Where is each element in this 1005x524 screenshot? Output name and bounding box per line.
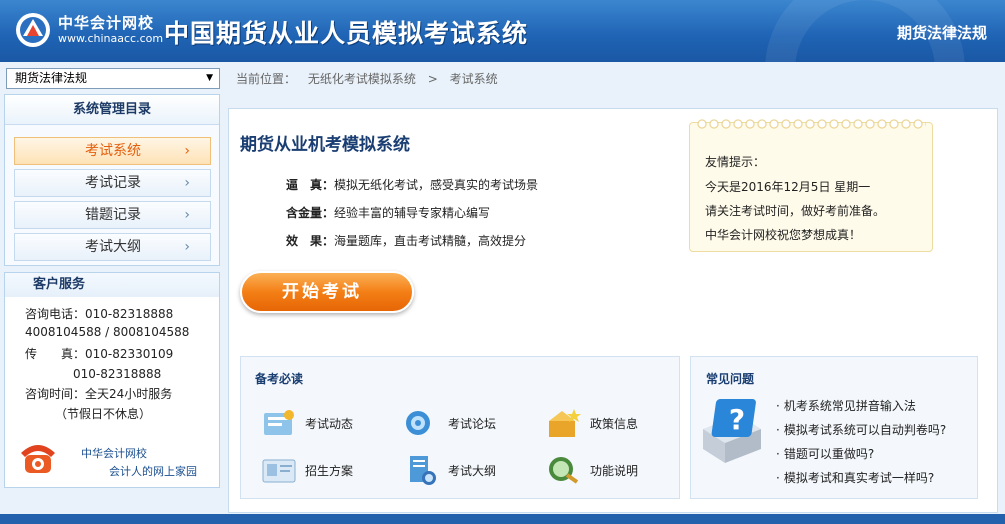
faq-item[interactable]: 模拟考试和真实考试一样吗? bbox=[776, 469, 934, 486]
prep-item-help[interactable]: 功能说明 bbox=[546, 454, 666, 488]
menu-item-label: 考试系统 bbox=[85, 143, 141, 159]
system-title: 中国期货从业人员模拟考试系统 bbox=[164, 19, 529, 48]
feature-text: 经验丰富的辅导专家精心编写 bbox=[334, 206, 491, 220]
chevron-down-icon: ▼ bbox=[206, 73, 213, 83]
service-footer-name: 中华会计网校 bbox=[81, 447, 147, 460]
prep-item-label: 功能说明 bbox=[590, 464, 639, 478]
breadcrumb-label: 当前位置： bbox=[236, 72, 297, 86]
chevron-right-icon: › bbox=[184, 175, 190, 191]
breadcrumb-link[interactable]: 无纸化考试模拟系统 bbox=[308, 72, 416, 86]
enroll-icon bbox=[262, 459, 296, 483]
tip-reminder: 请关注考试时间，做好考前准备。 bbox=[705, 204, 886, 218]
syllabus-icon bbox=[410, 456, 436, 485]
main-panel: 期货从业机考模拟系统 逼 真：模拟无纸化考试，感受真实的考试场景 含金量：经验丰… bbox=[228, 108, 998, 513]
menu-item-label: 错题记录 bbox=[85, 207, 141, 223]
tip-date: 今天是2016年12月5日 星期一 bbox=[705, 180, 871, 194]
prep-item-enroll[interactable]: 招生方案 bbox=[261, 454, 381, 488]
prep-item-label: 政策信息 bbox=[590, 417, 639, 431]
menu-item-label: 考试记录 bbox=[85, 175, 141, 191]
service-hotline: 4008104588 / 8008104588 bbox=[25, 325, 190, 339]
service-phone: 咨询电话：010-82318888 bbox=[25, 307, 174, 321]
question-icon: ? bbox=[703, 399, 761, 463]
prep-item-label: 考试大纲 bbox=[448, 464, 497, 478]
menu-item-exam-system[interactable]: 考试系统 › bbox=[14, 137, 211, 165]
menu-item-label: 考试大纲 bbox=[85, 239, 141, 255]
menu-item-exam-records[interactable]: 考试记录 › bbox=[14, 169, 211, 197]
menu-item-wrong-questions[interactable]: 错题记录 › bbox=[14, 201, 211, 229]
faq-item[interactable]: 机考系统常见拼音输入法 bbox=[776, 397, 916, 414]
feature-text: 模拟无纸化考试，感受真实的考试场景 bbox=[334, 178, 539, 192]
feature-key: 含金量： bbox=[286, 206, 335, 220]
service-fax: 传 真：010-82330109 bbox=[25, 347, 174, 361]
feature-key: 逼 真： bbox=[286, 178, 335, 192]
svg-text:?: ? bbox=[729, 403, 745, 436]
page-title: 期货从业机考模拟系统 bbox=[240, 135, 410, 155]
faq-panel: 常见问题 ? 机考系统常见拼音输入法 模拟考试系统可以自动判卷吗? 错题可以重做… bbox=[690, 356, 978, 499]
tip-box: 友情提示： 今天是2016年12月5日 星期一 请关注考试时间，做好考前准备。 … bbox=[689, 118, 933, 252]
forum-icon bbox=[406, 411, 430, 435]
logo-icon bbox=[16, 13, 50, 47]
feature-key: 效 果： bbox=[286, 234, 335, 248]
news-icon bbox=[264, 410, 294, 435]
notepad-rings bbox=[696, 118, 926, 130]
service-footer-slogan: 会计人的网上家园 bbox=[109, 465, 197, 478]
service-hours-note: （节假日不休息） bbox=[25, 407, 152, 421]
prep-item-forum[interactable]: 考试论坛 bbox=[404, 407, 524, 441]
telephone-icon bbox=[21, 445, 55, 473]
feature-effect: 效 果：海量题库，直击考试精髓，高效提分 bbox=[286, 232, 526, 249]
chevron-right-icon: › bbox=[184, 207, 190, 223]
subject-select[interactable]: 期货法律法规 ▼ bbox=[6, 68, 220, 89]
prep-item-policy[interactable]: 政策信息 bbox=[546, 407, 666, 441]
breadcrumb: 当前位置： 无纸化考试模拟系统 > 考试系统 bbox=[236, 70, 506, 87]
policy-icon bbox=[549, 409, 581, 437]
prep-item-label: 招生方案 bbox=[305, 464, 354, 478]
help-icon bbox=[549, 457, 579, 484]
prep-reading-panel: 备考必读 考试动态 考试论坛 政策信息 招生方案 考试大纲 功能说明 bbox=[240, 356, 680, 499]
faq-item[interactable]: 错题可以重做吗? bbox=[776, 445, 874, 462]
menu-item-syllabus[interactable]: 考试大纲 › bbox=[14, 233, 211, 261]
logo-name: 中华会计网校 bbox=[58, 14, 155, 32]
breadcrumb-current: 考试系统 bbox=[449, 72, 498, 86]
faq-title: 常见问题 bbox=[706, 372, 755, 386]
service-fax-2: 010-82318888 bbox=[25, 367, 162, 381]
start-exam-button[interactable]: 开始考试 bbox=[240, 271, 414, 313]
chevron-right-icon: › bbox=[184, 143, 190, 159]
footer-bar bbox=[0, 514, 1005, 524]
customer-service-panel: 客户服务 咨询电话：010-82318888 4008104588 / 8008… bbox=[4, 272, 220, 488]
header-bar: 中华会计网校 www.chinaacc.com 中国期货从业人员模拟考试系统 期… bbox=[0, 0, 1005, 62]
prep-item-news[interactable]: 考试动态 bbox=[261, 407, 381, 441]
feature-quality: 含金量：经验丰富的辅导专家精心编写 bbox=[286, 204, 490, 221]
prep-item-label: 考试动态 bbox=[305, 417, 354, 431]
subject-select-value: 期货法律法规 bbox=[15, 71, 88, 85]
faq-item[interactable]: 模拟考试系统可以自动判卷吗? bbox=[776, 421, 946, 438]
service-title: 客户服务 bbox=[5, 273, 219, 297]
tip-title: 友情提示： bbox=[705, 155, 766, 169]
header-subject: 期货法律法规 bbox=[896, 24, 987, 42]
breadcrumb-separator: > bbox=[427, 72, 438, 86]
chevron-right-icon: › bbox=[184, 239, 190, 255]
menu-title: 系统管理目录 bbox=[5, 95, 219, 125]
tip-wish: 中华会计网校祝您梦想成真！ bbox=[705, 228, 862, 242]
feature-realistic: 逼 真：模拟无纸化考试，感受真实的考试场景 bbox=[286, 176, 538, 193]
prep-item-syllabus[interactable]: 考试大纲 bbox=[404, 454, 524, 488]
feature-text: 海量题库，直击考试精髓，高效提分 bbox=[334, 234, 527, 248]
menu-panel: 系统管理目录 考试系统 › 考试记录 › 错题记录 › 考试大纲 › bbox=[4, 94, 220, 266]
prep-title: 备考必读 bbox=[255, 372, 304, 386]
logo-url: www.chinaacc.com bbox=[58, 32, 164, 45]
service-hours: 咨询时间：全天24小时服务 bbox=[25, 387, 173, 401]
prep-item-label: 考试论坛 bbox=[448, 417, 497, 431]
